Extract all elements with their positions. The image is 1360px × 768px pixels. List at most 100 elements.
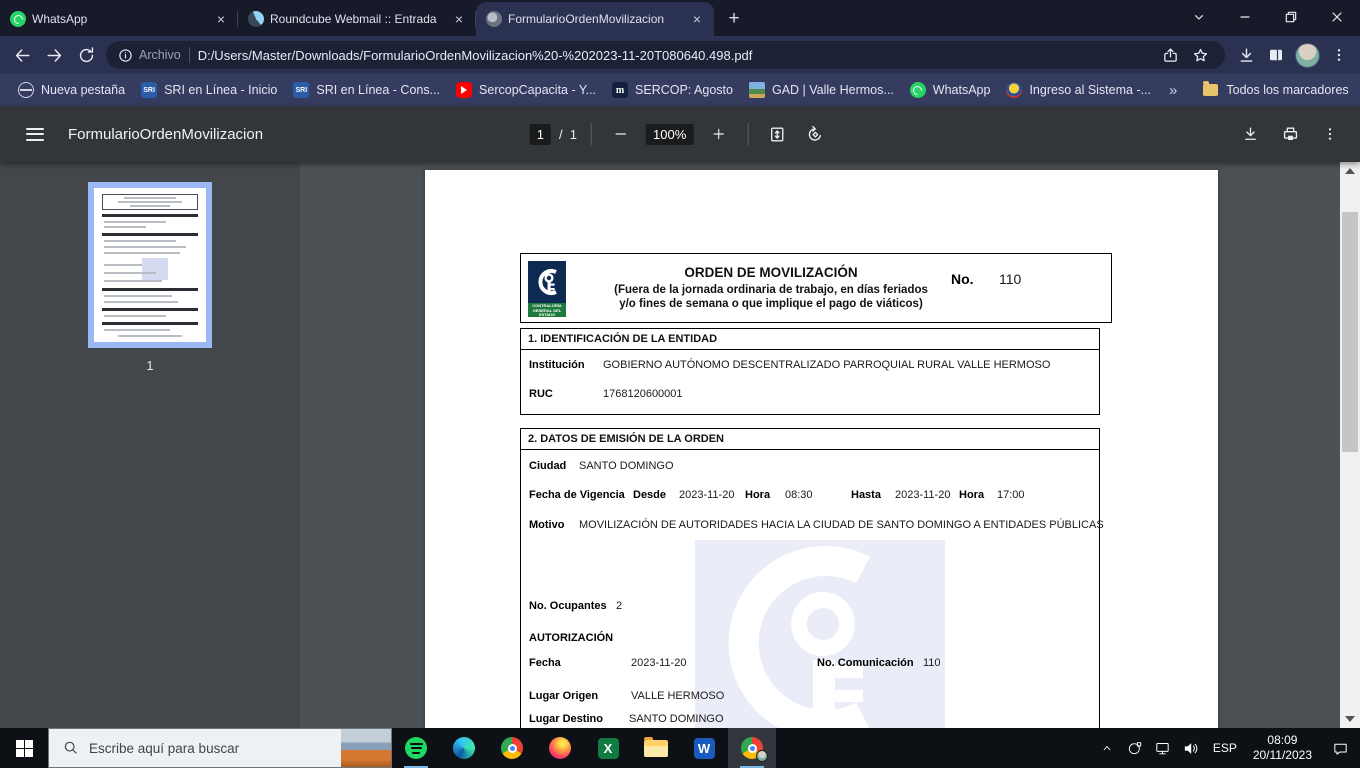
tab-title: WhatsApp	[32, 12, 206, 26]
bookmark-whatsapp[interactable]: WhatsApp	[902, 79, 999, 101]
volume-button[interactable]	[1177, 728, 1205, 768]
taskbar-search-input[interactable]: Escribe aquí para buscar	[48, 728, 392, 768]
desde-value: 2023-11-20	[679, 489, 734, 501]
close-window-button[interactable]	[1314, 0, 1360, 34]
institucion-label: Institución	[529, 359, 585, 371]
download-icon	[1241, 125, 1260, 144]
bookmark-sri-inicio[interactable]: SRI SRI en Línea - Inicio	[133, 79, 285, 101]
taskbar: Escribe aquí para buscar X W	[0, 728, 1360, 768]
tab-whatsapp[interactable]: WhatsApp ×	[0, 2, 238, 36]
hora-hasta-label: Hora	[959, 489, 984, 501]
downloads-button[interactable]	[1231, 40, 1261, 70]
reload-button[interactable]	[70, 39, 102, 71]
page-thumbnail[interactable]	[88, 182, 212, 348]
back-button[interactable]	[6, 39, 38, 71]
forward-button[interactable]	[38, 39, 70, 71]
pdf-menu-button[interactable]	[26, 128, 44, 141]
start-button[interactable]	[0, 728, 48, 768]
ciudad-label: Ciudad	[529, 460, 566, 472]
page-count-label: / 1	[559, 127, 577, 142]
kebab-menu-icon	[1322, 126, 1338, 142]
doc-no-label: No.	[951, 271, 974, 287]
file-explorer-icon	[644, 740, 668, 757]
tray-expand-button[interactable]	[1093, 728, 1121, 768]
search-highlight-image[interactable]	[341, 729, 391, 767]
taskbar-word[interactable]: W	[680, 728, 728, 768]
fit-page-button[interactable]	[762, 119, 792, 149]
profile-avatar[interactable]	[1295, 43, 1320, 68]
whatsapp-icon	[910, 82, 926, 98]
rotate-button[interactable]	[800, 119, 830, 149]
pdf-download-button[interactable]	[1230, 114, 1270, 154]
network-icon	[1154, 740, 1171, 757]
chevron-down-icon	[1191, 9, 1207, 25]
doc-subtitle-line1: (Fuera de la jornada ordinaria de trabaj…	[581, 283, 961, 297]
tab-search-button[interactable]	[1176, 0, 1222, 34]
close-icon[interactable]: ×	[688, 10, 706, 28]
comunicacion-label: No. Comunicación	[817, 657, 914, 669]
taskbar-file-explorer[interactable]	[632, 728, 680, 768]
thumbnail-page-number: 1	[0, 358, 300, 373]
scroll-down-button[interactable]	[1345, 716, 1355, 722]
scroll-up-button[interactable]	[1345, 168, 1355, 174]
comunicacion-value: 110	[923, 657, 941, 669]
bookmark-ingreso-sistema[interactable]: Ingreso al Sistema -...	[998, 79, 1159, 101]
excel-icon: X	[598, 738, 619, 759]
section1-title: 1. IDENTIFICACIÓN DE LA ENTIDAD	[521, 329, 1099, 350]
new-tab-button[interactable]: +	[720, 5, 748, 33]
sercop-icon: m	[612, 82, 628, 98]
hora-desde-label: Hora	[745, 489, 770, 501]
kebab-menu-icon	[1331, 47, 1347, 63]
ruc-value: 1768120600001	[603, 388, 683, 400]
side-panel-button[interactable]	[1261, 40, 1291, 70]
pdf-page: CONTRALORÍA GENERAL DEL ESTADO ORDEN DE …	[425, 170, 1218, 728]
tab-pdf-active[interactable]: FormularioOrdenMovilizacion ×	[476, 2, 714, 36]
restore-button[interactable]	[1268, 0, 1314, 34]
bookmark-sercopcapacita[interactable]: SercopCapacita - Y...	[448, 79, 604, 101]
tray-app-button[interactable]	[1121, 728, 1149, 768]
minimize-button[interactable]	[1222, 0, 1268, 34]
ocupantes-value: 2	[616, 600, 622, 612]
scrollbar[interactable]	[1340, 162, 1360, 728]
bookmark-nueva-pestana[interactable]: Nueva pestaña	[10, 79, 133, 101]
taskbar-edge[interactable]	[440, 728, 488, 768]
zoom-level-display[interactable]: 100%	[646, 124, 693, 145]
close-icon[interactable]: ×	[450, 10, 468, 28]
all-bookmarks-button[interactable]: Todos los marcadores	[1195, 80, 1356, 100]
taskbar-firefox[interactable]	[536, 728, 584, 768]
bookmark-gad-valle-hermoso[interactable]: GAD | Valle Hermos...	[741, 79, 902, 101]
address-bar[interactable]: Archivo D:/Users/Master/Downloads/Formul…	[106, 41, 1225, 69]
window-controls	[1176, 0, 1360, 34]
scrollbar-thumb[interactable]	[1342, 212, 1358, 452]
pdf-page-controls: 1 / 1 100%	[530, 106, 831, 162]
bookmark-sri-consultas[interactable]: SRI SRI en Línea - Cons...	[285, 79, 448, 101]
browser-menu-button[interactable]	[1324, 40, 1354, 70]
notification-icon	[1332, 740, 1349, 757]
zoom-out-button[interactable]	[606, 119, 636, 149]
bookmark-label: GAD | Valle Hermos...	[772, 83, 894, 97]
motivo-label: Motivo	[529, 519, 564, 531]
hora-hasta-value: 17:00	[997, 489, 1025, 501]
tray-app-icon	[1127, 740, 1143, 756]
bookmark-star-button[interactable]	[1185, 40, 1215, 70]
taskbar-excel[interactable]: X	[584, 728, 632, 768]
pdf-print-button[interactable]	[1270, 114, 1310, 154]
close-icon[interactable]: ×	[212, 10, 230, 28]
tab-roundcube[interactable]: Roundcube Webmail :: Entrada ×	[238, 2, 476, 36]
tab-strip: WhatsApp × Roundcube Webmail :: Entrada …	[0, 0, 1360, 36]
restore-icon	[1283, 9, 1299, 25]
bookmarks-overflow-button[interactable]: »	[1159, 82, 1187, 99]
taskbar-chrome-active-window[interactable]	[728, 728, 776, 768]
taskbar-chrome[interactable]	[488, 728, 536, 768]
bookmark-sercop-agosto[interactable]: m SERCOP: Agosto	[604, 79, 741, 101]
action-center-button[interactable]	[1320, 728, 1360, 768]
language-indicator[interactable]: ESP	[1205, 741, 1245, 755]
star-icon	[1192, 47, 1209, 64]
zoom-in-button[interactable]	[703, 119, 733, 149]
pdf-more-options-button[interactable]	[1310, 114, 1350, 154]
clock[interactable]: 08:09 20/11/2023	[1245, 733, 1320, 763]
network-button[interactable]	[1149, 728, 1177, 768]
taskbar-spotify[interactable]	[392, 728, 440, 768]
share-button[interactable]	[1155, 40, 1185, 70]
page-number-input[interactable]: 1	[530, 124, 551, 145]
